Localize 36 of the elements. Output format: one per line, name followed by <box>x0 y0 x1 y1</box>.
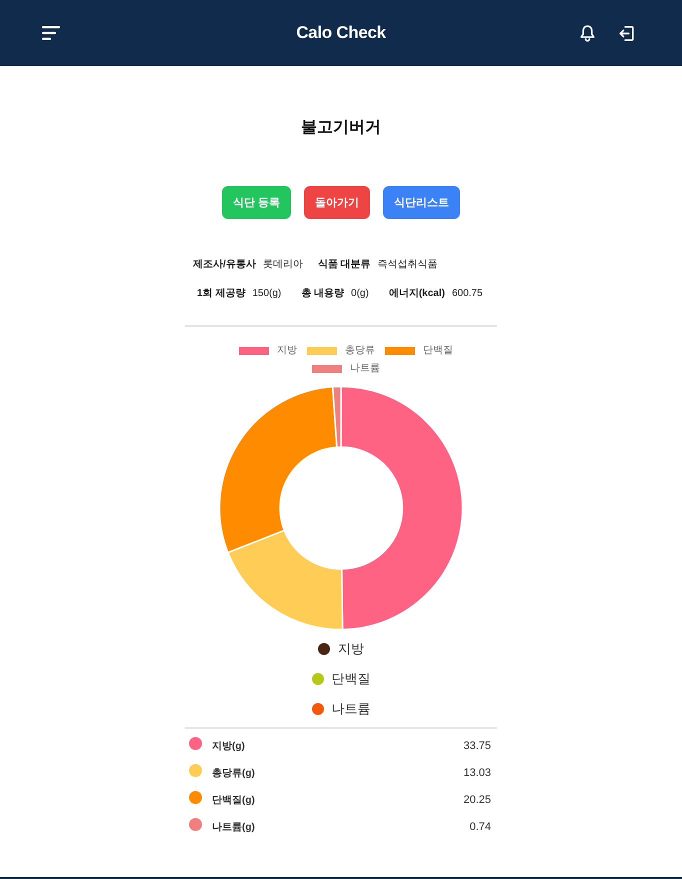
nutrient-label: 총당류(g) <box>212 766 255 780</box>
register-meal-button[interactable]: 식단 등록 <box>222 186 292 219</box>
nutrient-label: 나트륨(g) <box>212 820 255 834</box>
info-value: 롯데리아 <box>262 258 303 272</box>
legend-label: 지방 <box>338 640 364 658</box>
legend-label: 나트륨 <box>350 362 380 376</box>
nutrient-label: 단백질(g) <box>212 794 255 806</box>
menu-icon <box>42 26 60 40</box>
info-label: 제조사/유통사 <box>193 258 256 272</box>
info-value: 150(g) <box>252 287 282 301</box>
legend-label: 나트륨 <box>332 700 370 718</box>
info-label: 총 내용량 <box>301 287 344 301</box>
info-value: 0(g) <box>351 287 369 301</box>
nutrient-value: 0.74 <box>470 820 491 832</box>
meal-list-button[interactable]: 식단리스트 <box>383 186 460 219</box>
back-button[interactable]: 돌아가기 <box>304 186 370 219</box>
nutrient-value: 20.25 <box>463 794 491 806</box>
nutrient-value: 33.75 <box>463 740 491 752</box>
legend-label: 지방 <box>277 344 297 358</box>
menu-button[interactable] <box>42 26 60 40</box>
info-label: 에너지(kcal) <box>388 287 445 301</box>
legend-label: 단백질 <box>332 670 370 688</box>
app-title: Calo Check <box>296 23 386 42</box>
info-value: 즉석섭취식품 <box>378 258 438 272</box>
info-label: 식품 대분류 <box>318 258 371 272</box>
food-name: 불고기버거 <box>301 118 381 138</box>
legend-label: 총당류 <box>345 344 375 358</box>
legend-label: 단백질 <box>423 344 453 358</box>
nutrient-label: 지방(g) <box>212 740 245 752</box>
notification-button[interactable] <box>580 24 595 42</box>
info-label: 1회 제공량 <box>197 287 246 301</box>
logout-icon <box>619 26 634 40</box>
bell-icon <box>580 24 595 42</box>
info-value: 600.75 <box>452 287 483 301</box>
logout-button[interactable] <box>619 26 634 40</box>
nutrient-value: 13.03 <box>463 766 491 778</box>
